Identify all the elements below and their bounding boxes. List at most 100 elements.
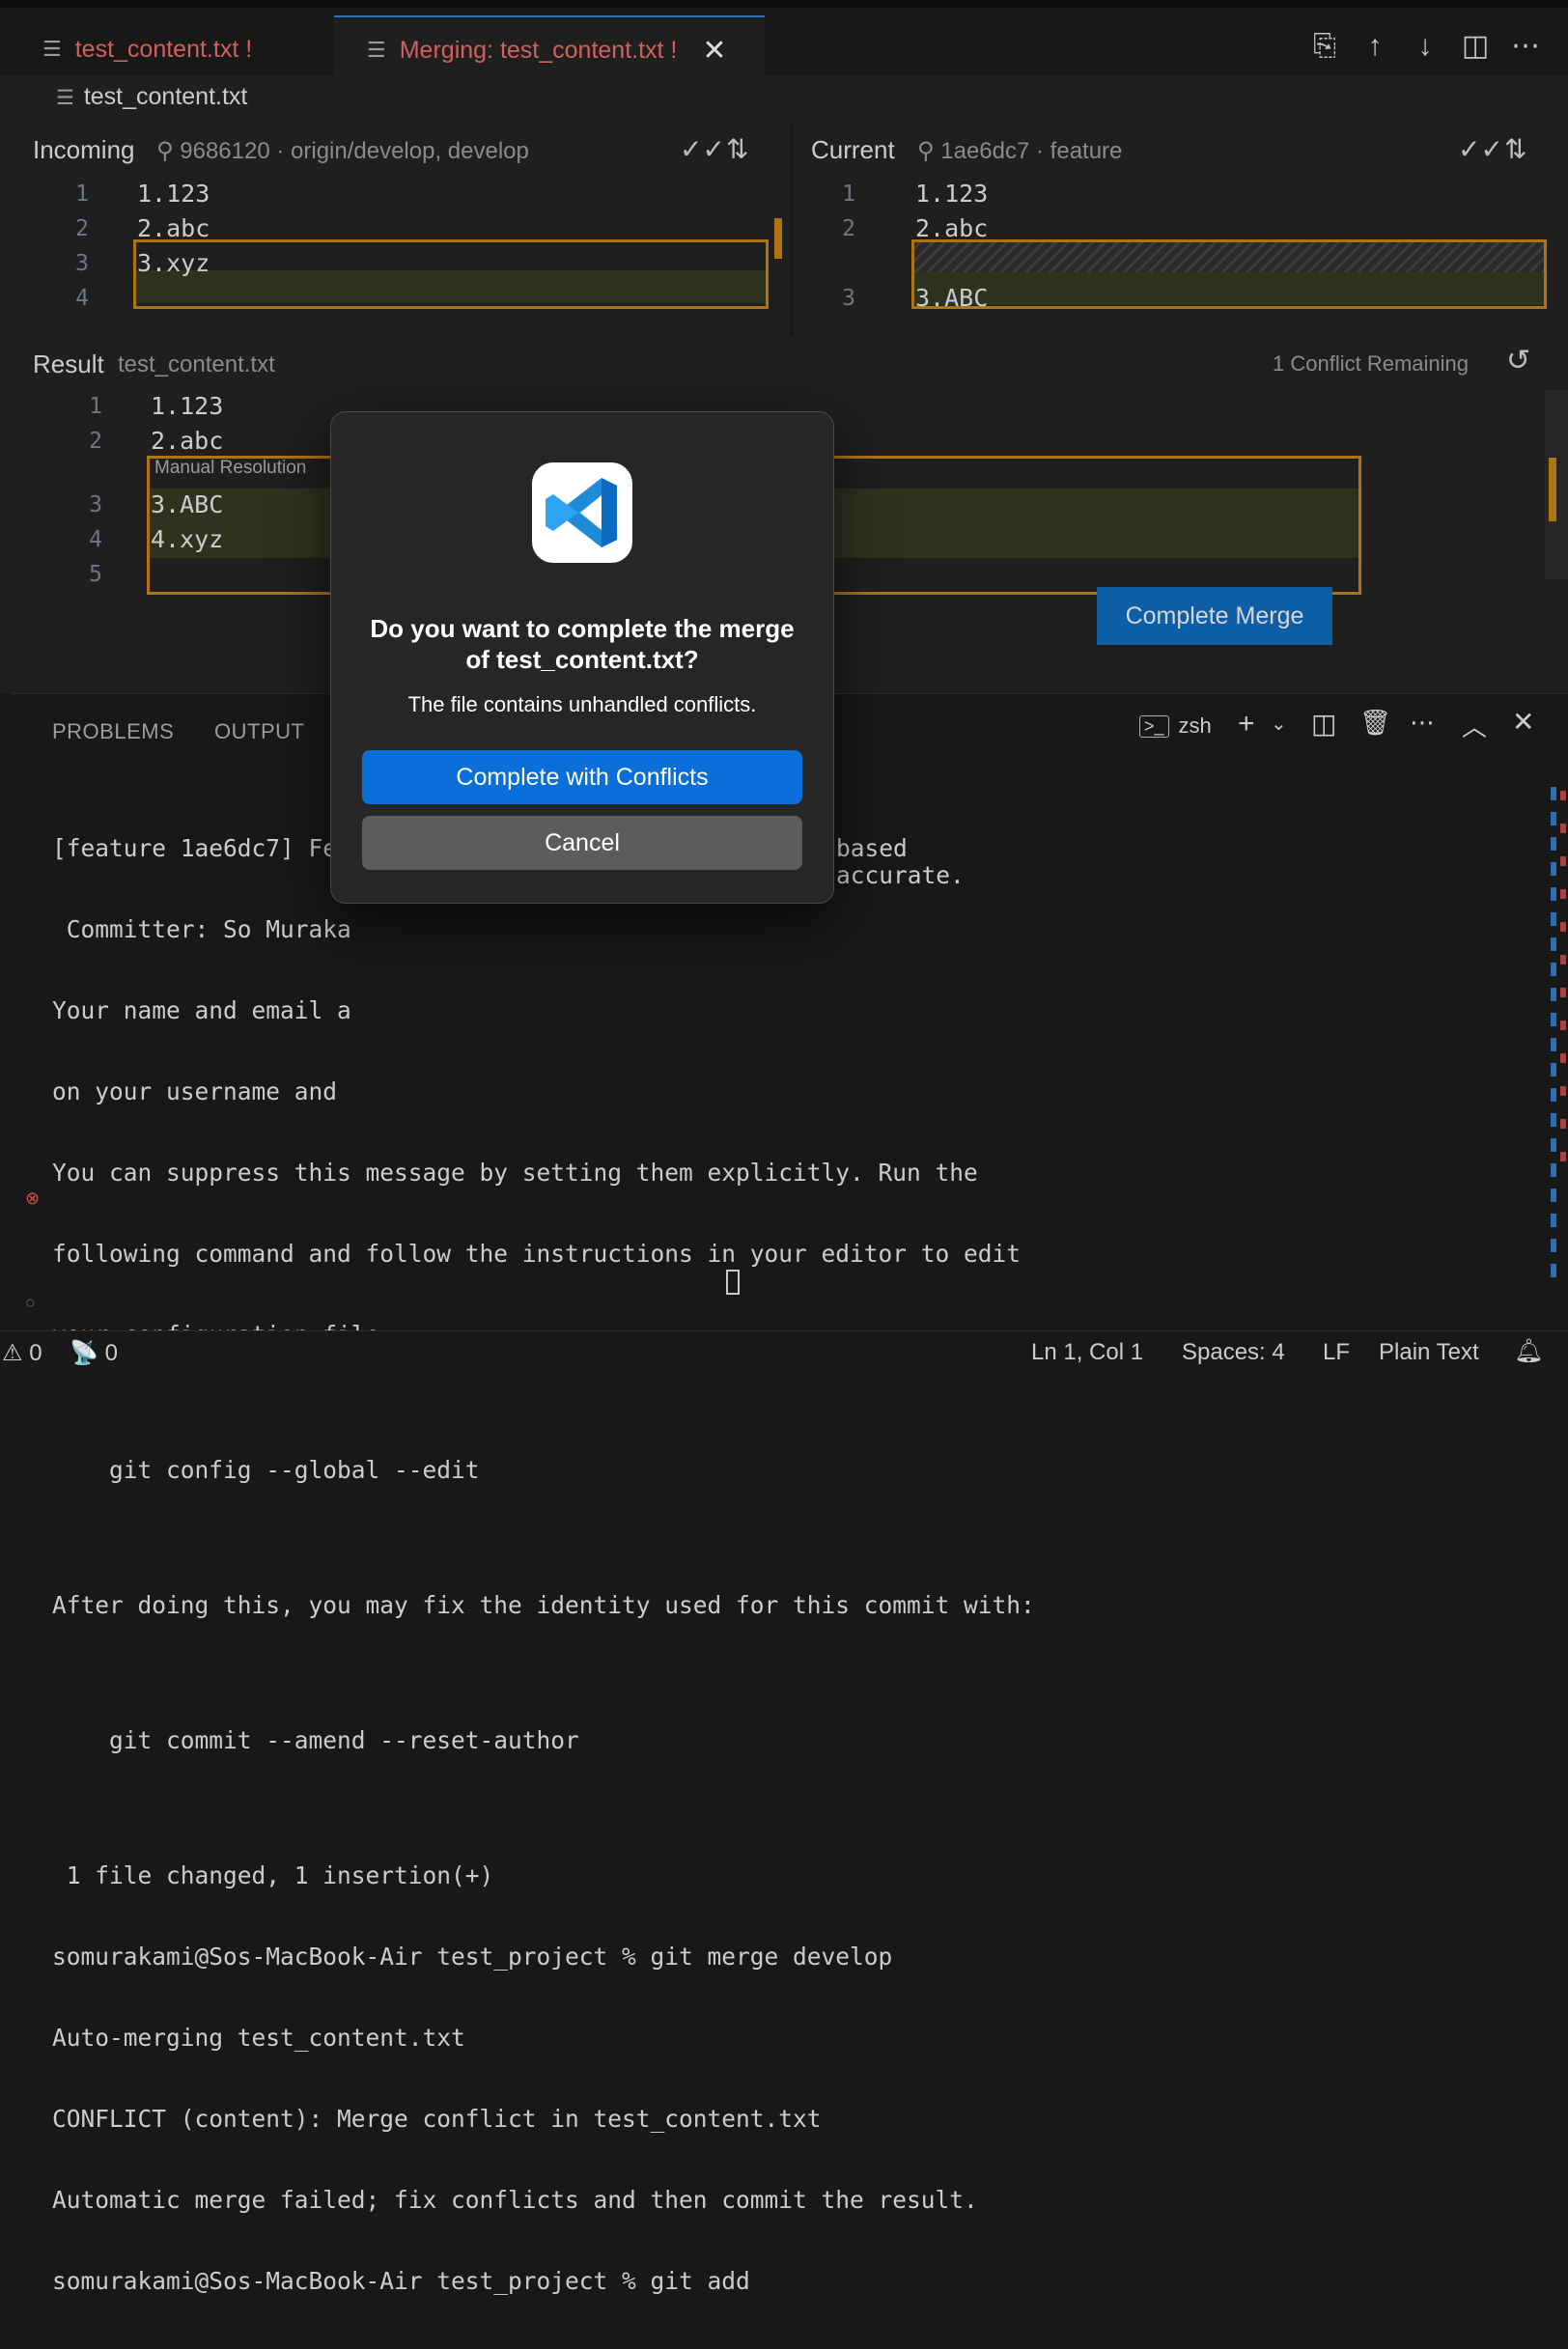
- complete-with-conflicts-button[interactable]: Complete with Conflicts: [362, 750, 802, 804]
- editor-tab-bar: ☰ test_content.txt ! ☰ Merging: test_con…: [0, 0, 1568, 83]
- code-line: 2.abc: [137, 214, 210, 242]
- code-line: 2.abc: [915, 214, 989, 242]
- broadcast-icon: 📡: [70, 1340, 98, 1366]
- terminal-line: git commit --amend --reset-author: [52, 1726, 579, 1754]
- terminal-selector[interactable]: >_ zsh: [1139, 713, 1212, 739]
- cancel-button[interactable]: Cancel: [362, 816, 802, 870]
- reset-icon[interactable]: ↺: [1506, 344, 1530, 378]
- terminal-line: Auto-merging test_content.txt: [52, 2024, 465, 2052]
- line-number: 1: [842, 182, 855, 207]
- code-line: 3.ABC: [151, 490, 224, 518]
- ports-count: 0: [104, 1340, 118, 1366]
- confirm-dialog: Do you want to complete the merge of tes…: [330, 411, 834, 904]
- terminal-output[interactable]: [feature 1ae6dc7] Fea Committer: So Mura…: [52, 781, 1035, 2349]
- accept-current-icon[interactable]: ✓✓: [1458, 133, 1503, 165]
- current-header: Current ⚲ 1ae6dc7 · feature ✓✓ ⇅: [794, 124, 1568, 178]
- code-line: 3.ABC: [915, 284, 989, 312]
- manual-resolution-label: Manual Resolution: [154, 458, 307, 478]
- tab-label: Merging: test_content.txt !: [399, 36, 678, 64]
- code-line: 1.123: [915, 180, 989, 208]
- breadcrumb-file[interactable]: ☰ test_content.txt: [56, 83, 247, 111]
- line-ending[interactable]: LF: [1323, 1339, 1350, 1366]
- bell-icon[interactable]: 🔔︎: [1514, 1337, 1543, 1365]
- dialog-message: The file contains unhandled conflicts.: [407, 692, 757, 716]
- code-line: 4.xyz: [151, 525, 224, 553]
- split-editor-icon[interactable]: ◫: [1456, 27, 1495, 66]
- line-number: 2: [75, 216, 89, 241]
- result-header: Result test_content.txt 1 Conflict Remai…: [0, 336, 1568, 390]
- vscode-icon: [532, 462, 632, 563]
- code-line: 2.abc: [151, 427, 224, 455]
- terminal-line: on your username and: [52, 1077, 338, 1105]
- line-number: 2: [842, 216, 855, 241]
- code-line: 1.123: [151, 392, 224, 420]
- circle-decoration-icon: ○: [25, 1293, 36, 1312]
- ports-status[interactable]: 📡 0: [70, 1339, 118, 1367]
- error-decoration-icon: ⊗: [25, 1188, 41, 1208]
- compare-icon[interactable]: ⇅: [726, 133, 748, 165]
- incoming-commit: ⚲ 9686120 · origin/develop, develop: [156, 138, 529, 164]
- line-number: 3: [89, 492, 102, 517]
- language-mode[interactable]: Plain Text: [1379, 1339, 1479, 1366]
- chevron-up-icon[interactable]: ︿: [1462, 708, 1487, 743]
- terminal-line: Your name and email a: [52, 996, 351, 1024]
- cursor-position[interactable]: Ln 1, Col 1: [1031, 1339, 1143, 1366]
- tab-label: test_content.txt !: [74, 35, 253, 63]
- arrow-down-icon[interactable]: ↓: [1406, 27, 1444, 66]
- terminal-line: somurakami@Sos-MacBook-Air test_project …: [52, 1943, 893, 1971]
- file-lines-icon: ☰: [42, 37, 62, 61]
- terminal-scroll-markers: [1551, 787, 1556, 1289]
- conflicts-remaining[interactable]: 1 Conflict Remaining: [1273, 351, 1469, 377]
- breadcrumb: ☰ test_content.txt: [0, 75, 1568, 124]
- incoming-refs: origin/develop, develop: [291, 138, 529, 164]
- current-commit: ⚲ 1ae6dc7 · feature: [917, 138, 1123, 164]
- compare-icon[interactable]: ⇅: [1504, 133, 1526, 165]
- complete-merge-button[interactable]: Complete Merge: [1097, 587, 1332, 645]
- current-refs: feature: [1050, 138, 1123, 164]
- line-number: 2: [89, 429, 102, 454]
- terminal-line: somurakami@Sos-MacBook-Air test_project …: [52, 2267, 765, 2295]
- line-number: 1: [89, 394, 102, 419]
- terminal-line: Committer: So Muraka: [52, 915, 351, 943]
- incoming-editor[interactable]: 1 1.123 2 2.abc 3 3.xyz 4: [0, 178, 790, 336]
- result-label: Result: [33, 350, 104, 378]
- line-number: 3: [842, 286, 855, 311]
- incoming-commit-hash: 9686120: [180, 138, 270, 164]
- more-actions-icon[interactable]: ⋯: [1410, 708, 1435, 738]
- tab-output[interactable]: OUTPUT: [214, 719, 304, 744]
- terminal-line-tail: based: [836, 834, 908, 862]
- chevron-down-icon[interactable]: ⌄: [1271, 712, 1287, 736]
- close-panel-icon[interactable]: ✕: [1512, 706, 1534, 738]
- terminal-line: You can suppress this message by setting…: [52, 1159, 978, 1187]
- vscode-logo: [546, 478, 617, 547]
- terminal-line: Automatic merge failed; fix conflicts an…: [52, 2186, 978, 2214]
- tab-test-content[interactable]: ☰ test_content.txt !: [42, 15, 332, 83]
- arrow-up-icon[interactable]: ↑: [1356, 27, 1394, 66]
- incoming-conflict-box[interactable]: [133, 239, 769, 309]
- warning-icon: ⚠: [2, 1340, 23, 1366]
- close-icon[interactable]: ✕: [702, 34, 726, 68]
- current-editor[interactable]: 1 1.123 2 2.abc 3 3.ABC: [794, 178, 1568, 336]
- terminal-line: After doing this, you may fix the identi…: [52, 1591, 1035, 1619]
- terminal-line: 1 file changed, 1 insertion(+): [52, 1861, 494, 1889]
- terminal-line: following command and follow the instruc…: [52, 1240, 1022, 1268]
- terminal-icon: >_: [1139, 714, 1169, 738]
- current-conflict-box[interactable]: [911, 239, 1547, 309]
- add-terminal-icon[interactable]: +: [1238, 708, 1255, 741]
- open-file-icon[interactable]: ⎘: [1305, 27, 1344, 66]
- split-terminal-icon[interactable]: ◫: [1311, 708, 1336, 740]
- more-actions-icon[interactable]: ⋯: [1506, 27, 1545, 66]
- incoming-header: Incoming ⚲ 9686120 · origin/develop, dev…: [0, 124, 790, 178]
- warnings-status[interactable]: ⚠ 0: [2, 1339, 42, 1367]
- incoming-label: Incoming: [33, 135, 135, 164]
- indentation[interactable]: Spaces: 4: [1182, 1339, 1285, 1366]
- status-bar: ⚠ 0 📡 0 Ln 1, Col 1 Spaces: 4 LF Plain T…: [0, 1330, 1568, 1374]
- overview-ruler-marker: [1549, 458, 1556, 521]
- tab-merging-test-content[interactable]: ☰ Merging: test_content.txt ! ✕: [334, 15, 765, 83]
- code-line: 3.xyz: [137, 249, 210, 277]
- tab-problems[interactable]: PROBLEMS: [52, 719, 174, 744]
- terminal-error-markers: [1560, 791, 1566, 1177]
- trash-icon[interactable]: 🗑: [1359, 708, 1391, 738]
- accept-incoming-icon[interactable]: ✓✓: [680, 133, 725, 165]
- current-label: Current: [811, 135, 895, 164]
